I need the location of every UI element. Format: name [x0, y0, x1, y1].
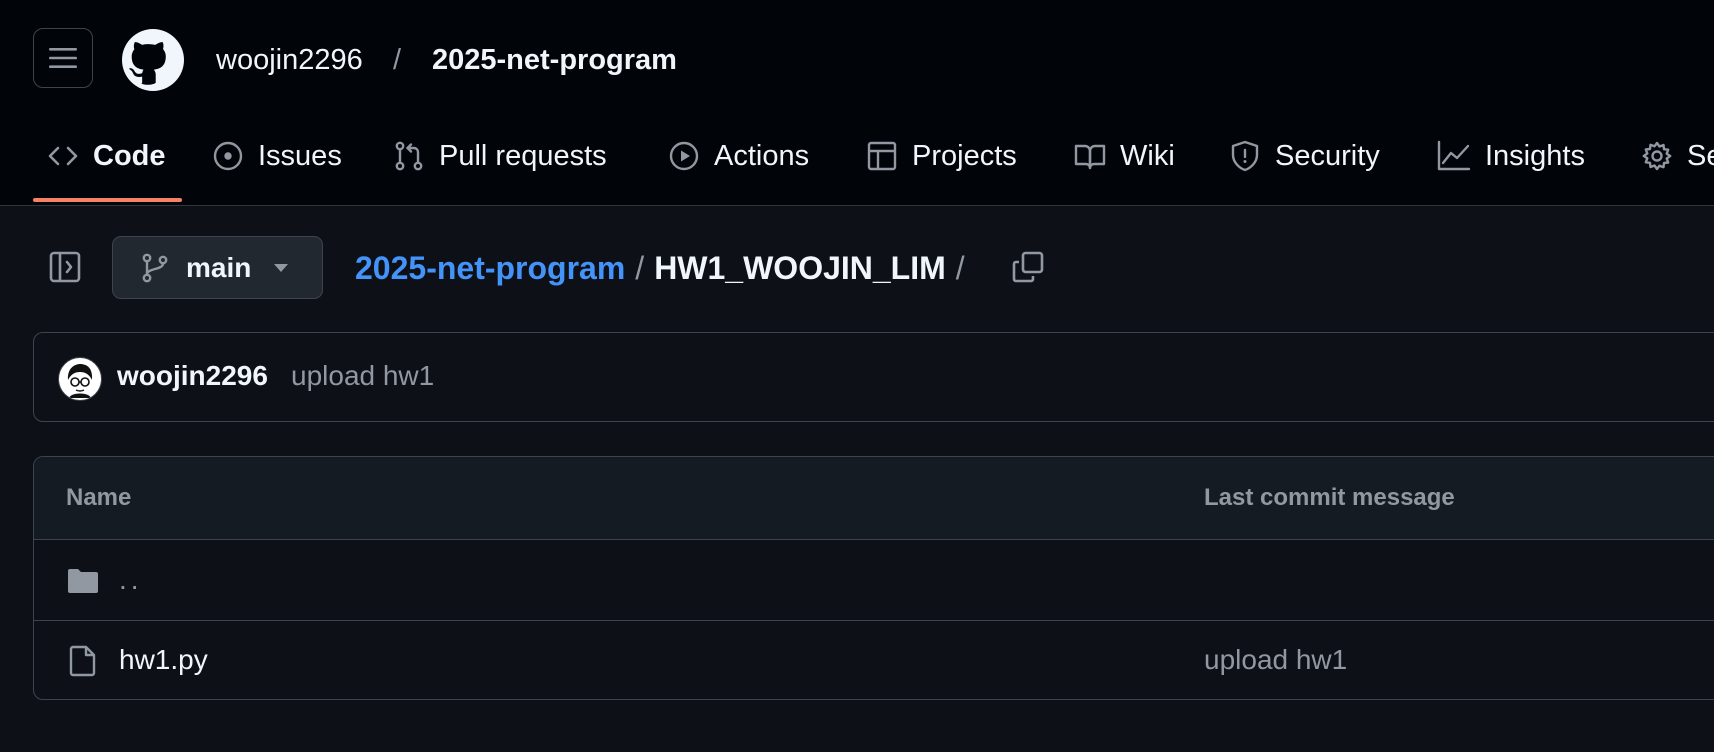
file-icon: [69, 645, 96, 677]
table-header: Name Last commit message: [34, 457, 1714, 540]
folder-icon: [68, 569, 98, 593]
tab-label: Pull requests: [439, 139, 607, 172]
breadcrumb-separator: /: [955, 249, 965, 286]
table-row[interactable]: hw1.py upload hw1: [34, 620, 1714, 699]
tab-insights[interactable]: Insights: [1437, 130, 1585, 182]
tab-pull-requests[interactable]: Pull requests: [393, 130, 607, 182]
file-table: Name Last commit message .. hw1.py uploa…: [33, 456, 1714, 700]
caret-down-icon: [274, 264, 288, 272]
tab-label: Issues: [258, 139, 342, 172]
commit-message-link[interactable]: upload hw1: [291, 360, 434, 392]
breadcrumb: 2025-net-program / HW1_WOOJIN_LIM /: [355, 247, 975, 289]
global-header: woojin2296 / 2025-net-program Code Issue…: [0, 0, 1714, 206]
graph-icon: [1437, 140, 1471, 171]
breadcrumb-repo-link[interactable]: 2025-net-program: [355, 250, 625, 287]
tab-label: Code: [93, 139, 166, 172]
tab-projects[interactable]: Projects: [866, 130, 1017, 182]
repo-link[interactable]: 2025-net-program: [432, 44, 677, 77]
column-header-last-commit: Last commit message: [1204, 484, 1455, 511]
tab-settings[interactable]: Se: [1641, 130, 1714, 182]
gear-icon: [1642, 141, 1672, 171]
owner-link[interactable]: woojin2296: [216, 44, 363, 77]
table-icon: [867, 141, 897, 171]
tab-label: Projects: [912, 139, 1017, 172]
hamburger-menu-button[interactable]: [33, 28, 93, 88]
pull-request-icon: [395, 141, 423, 171]
avatar-image-icon: [67, 364, 93, 398]
git-branch-icon: [142, 253, 168, 283]
context-separator: /: [393, 43, 402, 76]
branch-name: main: [186, 251, 252, 283]
github-logo-icon[interactable]: [122, 29, 184, 91]
book-icon: [1074, 144, 1106, 170]
file-link[interactable]: hw1.py: [119, 644, 208, 676]
breadcrumb-current-folder: HW1_WOOJIN_LIM: [654, 249, 946, 286]
shield-icon: [1231, 140, 1259, 172]
parent-directory-link[interactable]: ..: [119, 564, 143, 596]
tab-wiki[interactable]: Wiki: [1074, 130, 1175, 182]
play-icon: [669, 141, 699, 171]
issue-icon: [213, 141, 243, 171]
tab-actions[interactable]: Actions: [668, 130, 809, 182]
tab-label: Wiki: [1120, 139, 1175, 172]
breadcrumb-separator: /: [635, 249, 645, 286]
active-tab-indicator: [33, 198, 182, 202]
tab-label: Se: [1687, 139, 1714, 172]
hamburger-icon: [49, 48, 77, 68]
tab-label: Security: [1275, 139, 1380, 172]
tab-security[interactable]: Security: [1229, 130, 1380, 182]
commit-author-link[interactable]: woojin2296: [117, 360, 268, 392]
latest-commit-box: woojin2296 upload hw1: [33, 332, 1714, 422]
avatar[interactable]: [58, 357, 102, 401]
copy-path-icon[interactable]: [1011, 250, 1045, 284]
branch-selector-button[interactable]: main: [112, 236, 323, 299]
table-row[interactable]: ..: [34, 540, 1714, 621]
tab-label: Insights: [1485, 139, 1585, 172]
sidebar-expand-icon[interactable]: [48, 250, 82, 284]
column-header-name: Name: [66, 484, 132, 511]
row-commit-message[interactable]: upload hw1: [1204, 644, 1347, 676]
tab-label: Actions: [714, 139, 810, 172]
tab-issues[interactable]: Issues: [212, 130, 342, 182]
code-icon: [48, 146, 78, 166]
tab-code[interactable]: Code: [47, 130, 166, 182]
